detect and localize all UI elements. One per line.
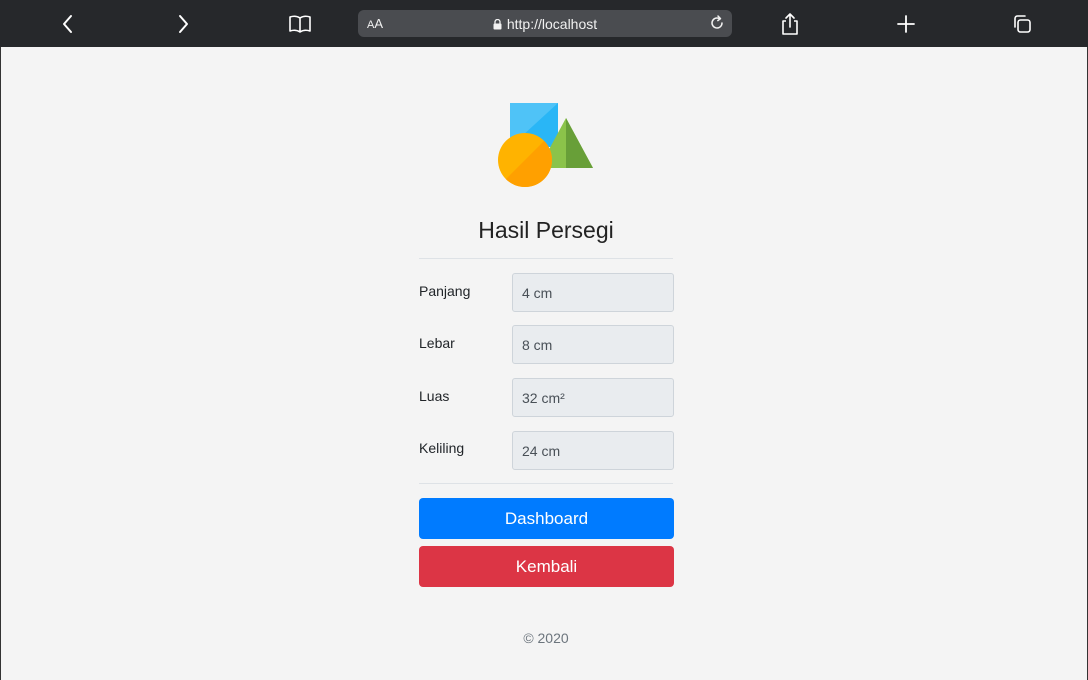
new-tab-icon[interactable] [893,11,919,37]
reload-icon[interactable] [708,14,726,37]
divider [419,258,673,259]
panjang-label: Panjang [419,283,471,299]
lebar-label: Lebar [419,335,455,351]
dashboard-button[interactable]: Dashboard [419,498,674,539]
lebar-field[interactable]: 8 cm [512,325,674,364]
forward-icon[interactable] [170,11,196,37]
shapes-logo [498,103,593,188]
panjang-field[interactable]: 4 cm [512,273,674,312]
back-button[interactable]: Kembali [419,546,674,587]
tabs-icon[interactable] [1009,11,1035,37]
url-text: http://localhost [506,16,598,32]
page-title: Hasil Persegi [478,217,614,243]
back-icon[interactable] [55,11,81,37]
page-content: Hasil Persegi Panjang 4 cm Lebar 8 cm Lu… [0,47,1088,680]
bookmarks-icon[interactable] [287,11,313,37]
footer-copyright: © 2020 [523,630,569,646]
luas-field[interactable]: 32 cm² [512,378,674,417]
divider [419,483,673,484]
browser-toolbar: AA http://localhost [0,0,1088,47]
keliling-label: Keliling [419,440,465,456]
keliling-field[interactable]: 24 cm [512,431,674,470]
lock-icon [493,17,502,33]
luas-label: Luas [419,388,450,404]
address-bar[interactable]: AA http://localhost [358,10,732,37]
share-icon[interactable] [777,11,803,37]
